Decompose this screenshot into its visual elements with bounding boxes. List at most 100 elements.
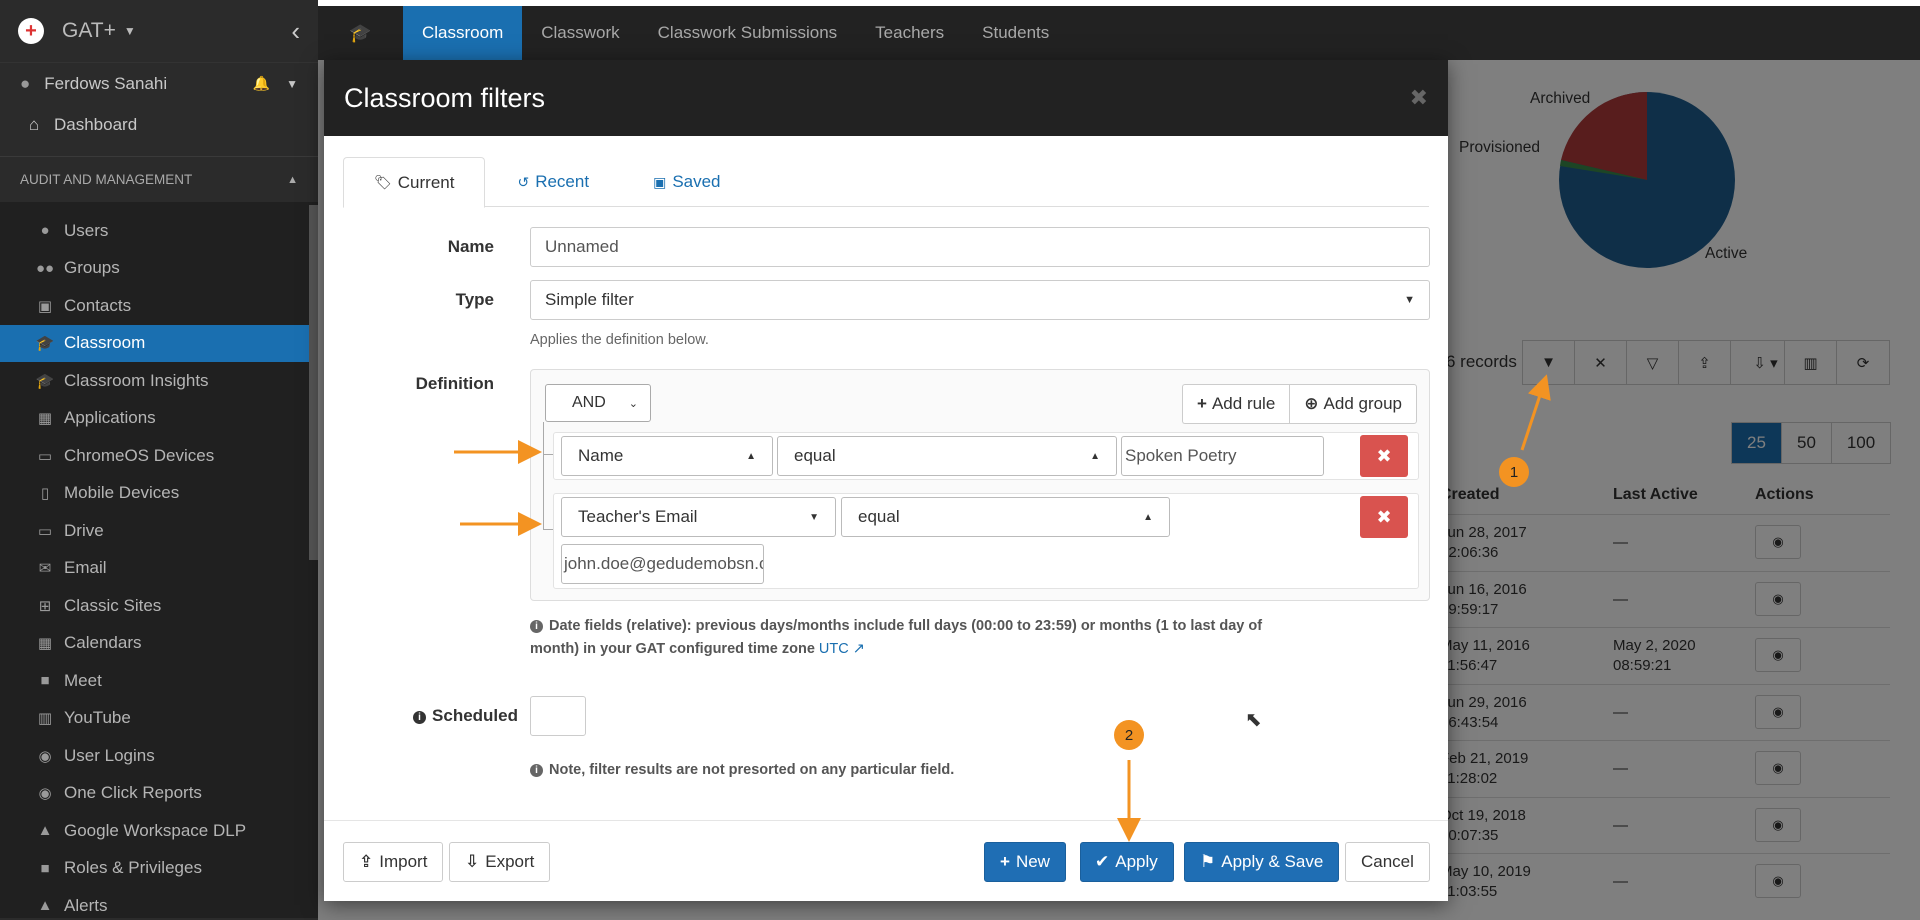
type-help-text: Applies the definition below. [530, 332, 709, 348]
rule-operator-select[interactable]: equal ▲ [777, 436, 1117, 476]
rule-field-select[interactable]: Teacher's Email ▼ [561, 497, 836, 537]
sidebar-item-user-logins[interactable]: ◉ User Logins [0, 737, 318, 775]
sidebar-item-dashboard[interactable]: ⌂ Dashboard [0, 104, 318, 146]
sidebar-item-label: Roles & Privileges [64, 858, 202, 878]
condition-select[interactable]: AND ⌄ [545, 384, 651, 422]
laptop-icon: ▭ [37, 447, 53, 465]
caret-up-icon: ▲ [746, 450, 756, 462]
info-icon: i [413, 711, 427, 724]
sidebar-item-calendars[interactable]: ▦ Calendars [0, 625, 318, 663]
sidebar-item-classic-sites[interactable]: ⊞ Classic Sites [0, 587, 318, 625]
presort-note-text: Note, filter results are not presorted o… [549, 762, 955, 778]
plus-icon: + [1197, 394, 1207, 413]
sidebar-item-google-workspace-dlp[interactable]: ▲ Google Workspace DLP [0, 812, 318, 850]
sidebar-item-applications[interactable]: ▦ Applications [0, 400, 318, 438]
sidebar-item-classroom[interactable]: 🎓 Classroom [0, 324, 318, 362]
annotation-badge-2: 2 [1114, 720, 1144, 750]
user-menu-caret-icon[interactable]: ▼ [286, 77, 298, 91]
import-button[interactable]: ⇪ Import [343, 842, 444, 882]
app-name[interactable]: GAT+ [62, 19, 116, 43]
sidebar-item-contacts[interactable]: ▣ Contacts [0, 287, 318, 325]
rule-operator-select[interactable]: equal ▲ [841, 497, 1170, 537]
notifications-bell-icon[interactable]: 🔔 [253, 75, 270, 92]
filter-tabs: 🏷 Current ↺ Recent ▣ Saved [343, 157, 1429, 208]
sidebar-item-users[interactable]: ● Users [0, 212, 318, 250]
sidebar-item-roles-privileges[interactable]: ■ Roles & Privileges [0, 850, 318, 888]
add-group-button[interactable]: ⊕ Add group [1289, 384, 1417, 424]
sidebar-item-youtube[interactable]: ▥ YouTube [0, 700, 318, 738]
home-icon: ⌂ [28, 115, 40, 134]
chevron-down-icon: ⌄ [628, 397, 638, 410]
apply-button[interactable]: ✔ Apply [1080, 842, 1174, 882]
rule-value-input[interactable]: Spoken Poetry [1121, 436, 1324, 476]
tag-icon: 🏷 [374, 174, 392, 190]
annotation-arrow-apply [1117, 760, 1141, 842]
collapse-sidebar-icon[interactable]: ‹ [291, 16, 300, 47]
floppy-disk-icon: ▣ [653, 173, 667, 190]
tab-label: Current [397, 172, 455, 192]
sidebar-section-audit[interactable]: AUDIT AND MANAGEMENT ▲ [0, 156, 318, 202]
tab-current[interactable]: 🏷 Current [343, 157, 486, 208]
caret-up-icon: ▲ [1143, 511, 1153, 523]
sidebar-section-label: AUDIT AND MANAGEMENT [20, 172, 193, 187]
tab-classwork[interactable]: Classwork [522, 6, 638, 60]
caret-down-icon: ▼ [1404, 294, 1415, 306]
tab-saved[interactable]: ▣ Saved [621, 157, 752, 207]
delete-rule-button[interactable]: ✖ [1360, 435, 1408, 477]
sidebar-item-drive[interactable]: ▭ Drive [0, 512, 318, 550]
sidebar-item-label: Alerts [64, 895, 108, 915]
apply-and-save-button[interactable]: ⚑ Apply & Save [1184, 842, 1340, 882]
user-profile[interactable]: ● Ferdows Sanahi 🔔 ▼ [0, 62, 318, 104]
export-button[interactable]: ⇩ Export [449, 842, 551, 882]
sidebar-item-groups[interactable]: ●● Groups [0, 250, 318, 288]
user-icon: ● [20, 73, 31, 93]
sidebar-item-mobile-devices[interactable]: ▯ Mobile Devices [0, 475, 318, 513]
sidebar-item-chromeos-devices[interactable]: ▭ ChromeOS Devices [0, 437, 318, 475]
add-rule-button[interactable]: + Add rule [1182, 384, 1290, 424]
cancel-button[interactable]: Cancel [1345, 842, 1430, 882]
sidebar-item-alerts[interactable]: ▲ Alerts [0, 887, 318, 920]
sidebar-item-one-click-reports[interactable]: ◉ One Click Reports [0, 775, 318, 813]
scheduled-toggle[interactable] [530, 696, 586, 736]
user-name: Ferdows Sanahi [44, 73, 168, 93]
chevron-up-icon: ▲ [287, 173, 298, 186]
tab-teachers[interactable]: Teachers [856, 6, 963, 60]
filter-name-value: Unnamed [545, 237, 619, 256]
sidebar: + GAT+ ▼ ‹ ● Ferdows Sanahi 🔔 ▼ ⌂ Dashbo… [0, 0, 318, 920]
calendar-icon: ▦ [37, 635, 53, 653]
tab-students[interactable]: Students [963, 6, 1068, 60]
delete-rule-button[interactable]: ✖ [1360, 496, 1408, 538]
close-icon: ✖ [1376, 445, 1392, 466]
name-label: Name [447, 237, 494, 256]
graduation-cap-icon: 🎓 [35, 335, 55, 353]
sidebar-item-email[interactable]: ✉ Email [0, 550, 318, 588]
app-switcher-caret-icon[interactable]: ▼ [124, 24, 136, 38]
app-logo-icon: + [18, 18, 44, 44]
definition-label: Definition [415, 374, 494, 393]
caret-up-icon: ▲ [1090, 450, 1100, 462]
rule-value-input[interactable]: john.doe@gedudemobsn.co [561, 544, 764, 584]
tab-classwork-submissions[interactable]: Classwork Submissions [639, 6, 857, 60]
filter-name-input[interactable]: Unnamed [530, 227, 1430, 267]
new-button[interactable]: + New [984, 842, 1066, 882]
timezone-link[interactable]: UTC ↗ [819, 641, 865, 657]
tab-recent[interactable]: ↺ Recent [485, 157, 621, 207]
sidebar-scrollbar[interactable] [309, 205, 318, 560]
rule-field-select[interactable]: Name ▲ [561, 436, 773, 476]
filter-type-select[interactable]: Simple filter ▼ [530, 280, 1430, 320]
sidebar-item-label: Users [64, 220, 109, 240]
close-icon: ✖ [1376, 506, 1392, 527]
rule-actions: + Add rule ⊕ Add group [1182, 384, 1417, 424]
sidebar-item-label: YouTube [64, 708, 131, 728]
sidebar-item-meet[interactable]: ■ Meet [0, 662, 318, 700]
graduation-cap-icon[interactable]: 🎓 [318, 23, 403, 44]
presort-note: i Note, filter results are not presorted … [530, 759, 954, 782]
tab-classroom[interactable]: Classroom [403, 6, 523, 60]
sidebar-item-label: Calendars [64, 633, 142, 653]
sidebar-item-label: ChromeOS Devices [64, 445, 215, 465]
sidebar-item-classroom-insights[interactable]: 🎓 Classroom Insights [0, 362, 318, 400]
modal-header: Classroom filters ✖ [324, 60, 1448, 136]
mouse-cursor-icon: ⬉ [1245, 709, 1262, 731]
close-icon[interactable]: ✖ [1410, 85, 1428, 111]
rule-operator-value: equal [794, 446, 836, 465]
